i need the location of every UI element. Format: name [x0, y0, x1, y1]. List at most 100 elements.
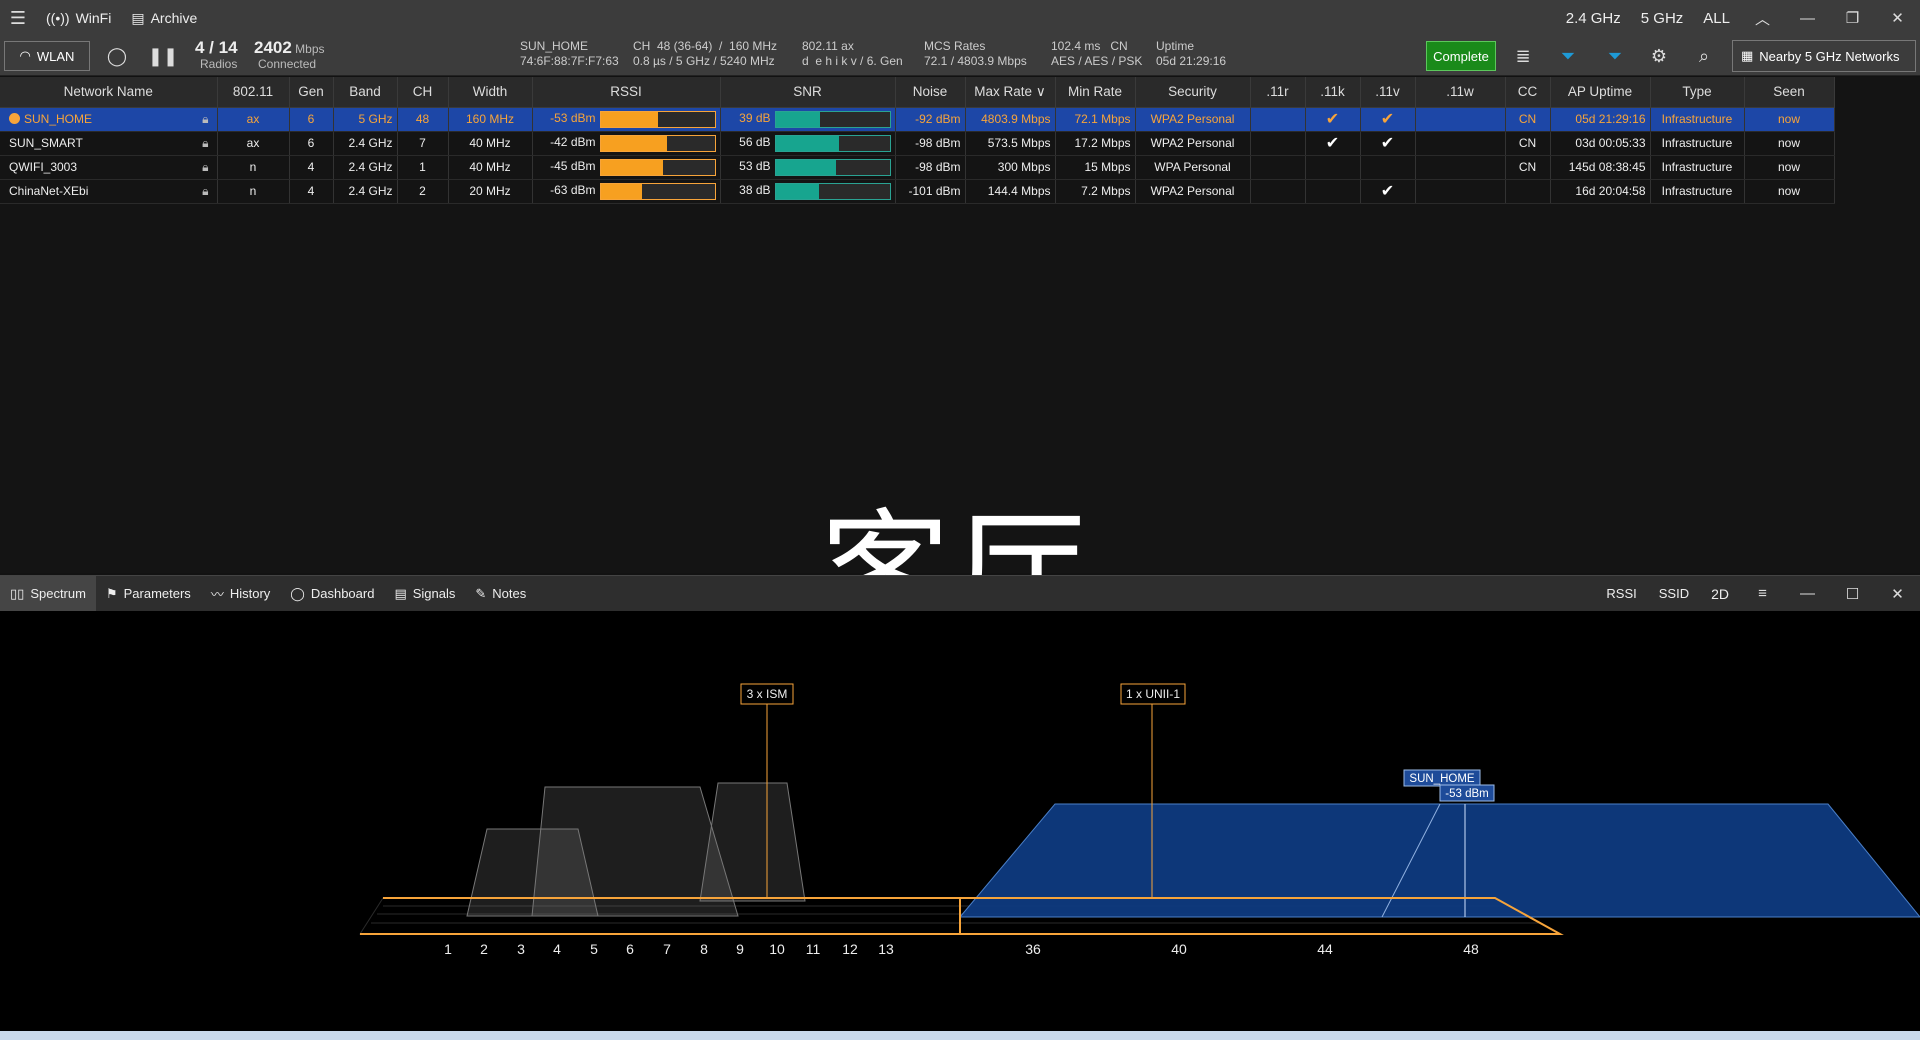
cell-width: 20 MHz [448, 179, 533, 204]
cell-gen: 4 [289, 179, 334, 204]
cell-noise: -98 dBm [895, 155, 966, 180]
complete-button[interactable]: Complete [1426, 41, 1496, 71]
toggle-ssid[interactable]: SSID [1648, 586, 1700, 601]
nearby-networks-button[interactable]: ▦ Nearby 5 GHz Networks [1732, 40, 1916, 72]
search-icon[interactable]: ⌕ [1689, 41, 1719, 71]
lock-icon: 🔒︎ [202, 183, 209, 198]
tab-dashboard[interactable]: ◯ Dashboard [280, 576, 384, 612]
cell-cc [1505, 179, 1551, 204]
close-icon[interactable]: ✕ [1875, 0, 1920, 36]
band-filter-5ghz[interactable]: 5 GHz [1631, 10, 1694, 27]
list-view-icon[interactable]: ≣ [1508, 41, 1538, 71]
col-ap-uptime[interactable]: AP Uptime [1550, 77, 1651, 108]
snr-bar [774, 110, 891, 128]
table-row[interactable]: ChinaNet-XEbi 🔒︎ n 4 2.4 GHz 2 20 MHz -63 dBm 38… [0, 179, 1835, 204]
col-band[interactable]: Band [333, 77, 398, 108]
tab-signals[interactable]: ▤ Signals [384, 576, 465, 612]
archive-button[interactable]: ▤ Archive [121, 0, 207, 36]
wifi-broadcast-icon: ((•)) [46, 10, 70, 26]
col-rssi[interactable]: RSSI [532, 77, 721, 108]
col-gen[interactable]: Gen [289, 77, 334, 108]
cell-network-name: SUN_SMART 🔒︎ [0, 131, 218, 156]
minimize-icon[interactable]: — [1785, 0, 1830, 36]
col-channel[interactable]: CH [397, 77, 449, 108]
rssi-bar [599, 182, 716, 200]
col-11r[interactable]: .11r [1250, 77, 1306, 108]
snr-bar [774, 182, 891, 200]
cell-gen: 6 [289, 131, 334, 156]
cell-noise: -98 dBm [895, 131, 966, 156]
hamburger-menu-icon[interactable]: ☰ [0, 0, 36, 36]
col-11v[interactable]: .11v [1360, 77, 1416, 108]
lock-icon: 🔒︎ [202, 159, 209, 174]
grid-icon: ▦ [1741, 48, 1754, 63]
gear-icon[interactable]: ⚙ [1644, 41, 1674, 71]
table-row[interactable]: SUN_SMART 🔒︎ ax 6 2.4 GHz 7 40 MHz -42 dBm 56 dB… [0, 131, 1835, 156]
panel-menu-icon[interactable]: ≡ [1740, 576, 1785, 612]
cell-width: 160 MHz [448, 107, 533, 132]
cell-gen: 6 [289, 107, 334, 132]
record-icon[interactable]: ◯ [102, 41, 132, 71]
col-11w[interactable]: .11w [1415, 77, 1506, 108]
col-noise[interactable]: Noise [895, 77, 966, 108]
cell-channel: 7 [397, 131, 449, 156]
col-width[interactable]: Width [448, 77, 533, 108]
cell-band: 5 GHz [333, 107, 398, 132]
col-security[interactable]: Security [1135, 77, 1251, 108]
title-bar: ☰ ((•)) WinFi ▤ Archive 2.4 GHz 5 GHz AL… [0, 0, 1920, 36]
radios-stat: 4 / 14 Radios [195, 38, 238, 72]
network-list: Network Name 802.11 Gen Band CH Width RS… [0, 77, 1920, 648]
cell-11r [1250, 155, 1306, 180]
restore-icon[interactable]: ❐ [1830, 0, 1875, 36]
filter-icon[interactable]: ⏷ [1553, 41, 1583, 71]
col-11k[interactable]: .11k [1305, 77, 1361, 108]
channel-label: 36 [1025, 941, 1041, 957]
col-standard[interactable]: 802.11 [217, 77, 290, 108]
col-max-rate[interactable]: Max Rate ∨ [965, 77, 1056, 108]
filter-advanced-icon[interactable]: ⏷ [1600, 41, 1630, 71]
standard-info: 802.11 ax d e h i k v / 6. Gen [802, 39, 903, 68]
col-seen[interactable]: Seen [1744, 77, 1835, 108]
tab-parameters[interactable]: ⚑ Parameters [96, 576, 201, 612]
wlan-button[interactable]: ◠ WLAN [4, 41, 90, 71]
channel-label: 2 [480, 941, 488, 957]
col-type[interactable]: Type [1650, 77, 1745, 108]
cell-type: Infrastructure [1650, 155, 1745, 180]
toggle-rssi[interactable]: RSSI [1595, 586, 1647, 601]
tab-history[interactable]: 〰 History [201, 576, 280, 612]
cell-snr: 56 dB [720, 131, 896, 156]
table-row[interactable]: SUN_HOME 🔒︎ ax 6 5 GHz 48 160 MHz -53 dBm 39 dB -… [0, 107, 1835, 132]
wifi-icon: ◠ [19, 48, 31, 63]
toggle-2d[interactable]: 2D [1700, 586, 1740, 602]
pause-icon[interactable]: ❚❚ [148, 41, 178, 71]
table-row[interactable]: QWIFI_3003 🔒︎ n 4 2.4 GHz 1 40 MHz -45 dBm 53 dB… [0, 155, 1835, 180]
panel-close-icon[interactable]: ✕ [1875, 576, 1920, 612]
col-network-name[interactable]: Network Name [0, 77, 218, 108]
cell-11w [1415, 131, 1506, 156]
cell-max-rate: 144.4 Mbps [965, 179, 1056, 204]
cell-11v: ✔ [1360, 107, 1416, 132]
col-min-rate[interactable]: Min Rate [1055, 77, 1136, 108]
tab-notes[interactable]: ✎ Notes [465, 576, 536, 612]
collapse-icon[interactable]: ︿ [1740, 0, 1785, 36]
channel-label: 7 [663, 941, 671, 957]
channel-label: 13 [878, 941, 894, 957]
cell-11v: ✔ [1360, 179, 1416, 204]
band-filter-2-4ghz[interactable]: 2.4 GHz [1556, 10, 1631, 27]
band-filter-all[interactable]: ALL [1693, 10, 1740, 27]
cell-snr: 39 dB [720, 107, 896, 132]
network-tag-sun-home[interactable]: SUN_HOME -53 dBm [1403, 769, 1495, 802]
col-cc[interactable]: CC [1505, 77, 1551, 108]
cell-max-rate: 300 Mbps [965, 155, 1056, 180]
tab-spectrum[interactable]: ▯▯ Spectrum [0, 575, 96, 612]
security-info: 102.4 ms CN AES / AES / PSK [1051, 39, 1143, 68]
channel-label: 44 [1317, 941, 1333, 957]
flag-icon: ⚑ [105, 585, 118, 601]
panel-maximize-icon[interactable]: ☐ [1830, 576, 1875, 612]
lock-icon: 🔒︎ [202, 135, 209, 150]
cell-band: 2.4 GHz [333, 131, 398, 156]
cell-11r [1250, 179, 1306, 204]
panel-minimize-icon[interactable]: — [1785, 576, 1830, 612]
col-snr[interactable]: SNR [720, 77, 896, 108]
cell-rssi: -63 dBm [532, 179, 721, 204]
